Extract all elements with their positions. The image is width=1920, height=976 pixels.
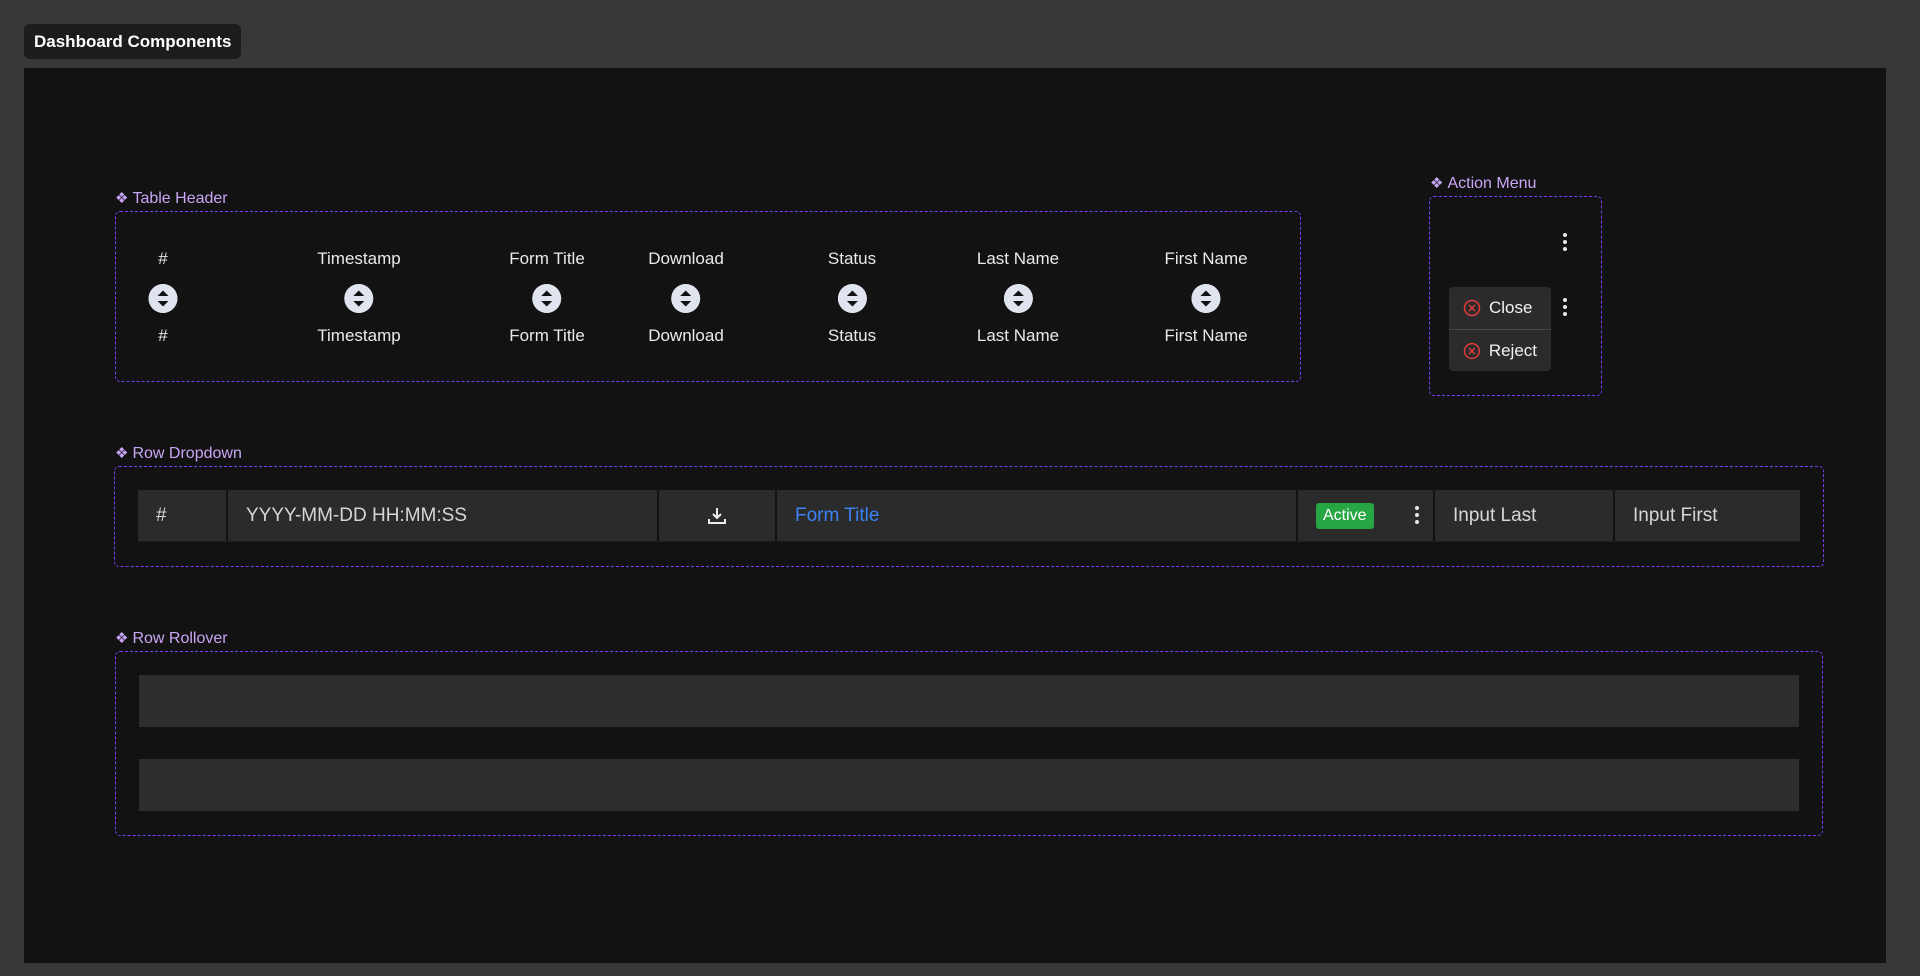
x-circle-icon	[1463, 299, 1481, 317]
column-label: Download	[648, 249, 724, 268]
column-header-timestamp[interactable]: Timestamp Timestamp	[317, 249, 400, 346]
sort-icon[interactable]	[1003, 284, 1033, 313]
component-icon: ❖	[115, 630, 129, 647]
column-label: Form Title	[509, 249, 585, 268]
column-label: Download	[648, 326, 724, 345]
column-header-number[interactable]: # #	[148, 249, 178, 346]
column-header-status[interactable]: Status Status	[828, 249, 876, 346]
action-menu-label: ❖ Action Menu	[1430, 175, 1536, 193]
row-number: #	[138, 490, 228, 541]
table-header-label: ❖ Table Header	[115, 190, 228, 208]
table-header-label-text: Table Header	[132, 190, 228, 207]
rollover-row[interactable]	[139, 675, 1799, 727]
column-label: Timestamp	[317, 326, 401, 345]
row-timestamp: YYYY-MM-DD HH:MM:SS	[228, 490, 659, 541]
column-header-first-name[interactable]: First Name First Name	[1164, 249, 1247, 346]
column-label: Form Title	[509, 326, 585, 345]
status-badge: Active	[1316, 502, 1374, 529]
component-icon: ❖	[115, 445, 129, 462]
rollover-row[interactable]	[139, 759, 1799, 811]
last-name-input[interactable]: Input Last	[1435, 490, 1615, 541]
sort-icon[interactable]	[148, 284, 178, 313]
kebab-menu-icon[interactable]	[1560, 295, 1570, 319]
column-label: Status	[827, 326, 877, 345]
column-label: First Name	[1164, 326, 1248, 345]
row-rollover-label-text: Row Rollover	[132, 630, 228, 647]
frame-title[interactable]: Dashboard Components	[24, 24, 242, 59]
sort-icon[interactable]	[837, 284, 867, 313]
column-label: Status	[827, 249, 877, 268]
download-icon[interactable]	[707, 506, 727, 526]
sort-icon[interactable]	[344, 284, 374, 313]
column-label: Last Name	[976, 249, 1060, 268]
menu-item-label: Close	[1489, 298, 1533, 317]
column-label: #	[158, 326, 168, 345]
form-title-link[interactable]: Form Title	[777, 490, 1298, 541]
x-circle-icon	[1463, 342, 1481, 359]
column-label: Timestamp	[317, 249, 401, 268]
first-name-input[interactable]: Input First	[1615, 490, 1800, 541]
column-header-download[interactable]: Download Download	[648, 249, 724, 346]
column-label: #	[158, 249, 168, 268]
action-menu-label-text: Action Menu	[1447, 175, 1537, 192]
component-icon: ❖	[115, 190, 129, 207]
sort-icon[interactable]	[532, 284, 562, 313]
sort-icon[interactable]	[1191, 284, 1221, 313]
action-menu-dropdown: Close Reject	[1449, 287, 1551, 371]
download-cell[interactable]	[659, 490, 777, 541]
sort-icon[interactable]	[671, 284, 701, 313]
column-label: First Name	[1164, 249, 1248, 268]
column-label: Last Name	[976, 326, 1060, 345]
row-dropdown-label-text: Row Dropdown	[132, 445, 242, 462]
row-dropdown-label: ❖ Row Dropdown	[115, 445, 242, 463]
status-cell: Active	[1298, 490, 1435, 541]
kebab-menu-icon[interactable]	[1560, 230, 1570, 254]
row-rollover-label: ❖ Row Rollover	[115, 630, 228, 648]
column-header-last-name[interactable]: Last Name Last Name	[977, 249, 1059, 346]
menu-item-close[interactable]: Close	[1449, 287, 1551, 329]
menu-item-reject[interactable]: Reject	[1449, 329, 1551, 371]
menu-item-label: Reject	[1488, 340, 1537, 360]
kebab-menu-icon[interactable]	[1412, 503, 1422, 527]
table-row[interactable]: # YYYY-MM-DD HH:MM:SS Form Title Active …	[138, 490, 1800, 542]
component-icon: ❖	[1430, 175, 1444, 192]
column-header-form-title[interactable]: Form Title Form Title	[509, 249, 585, 346]
